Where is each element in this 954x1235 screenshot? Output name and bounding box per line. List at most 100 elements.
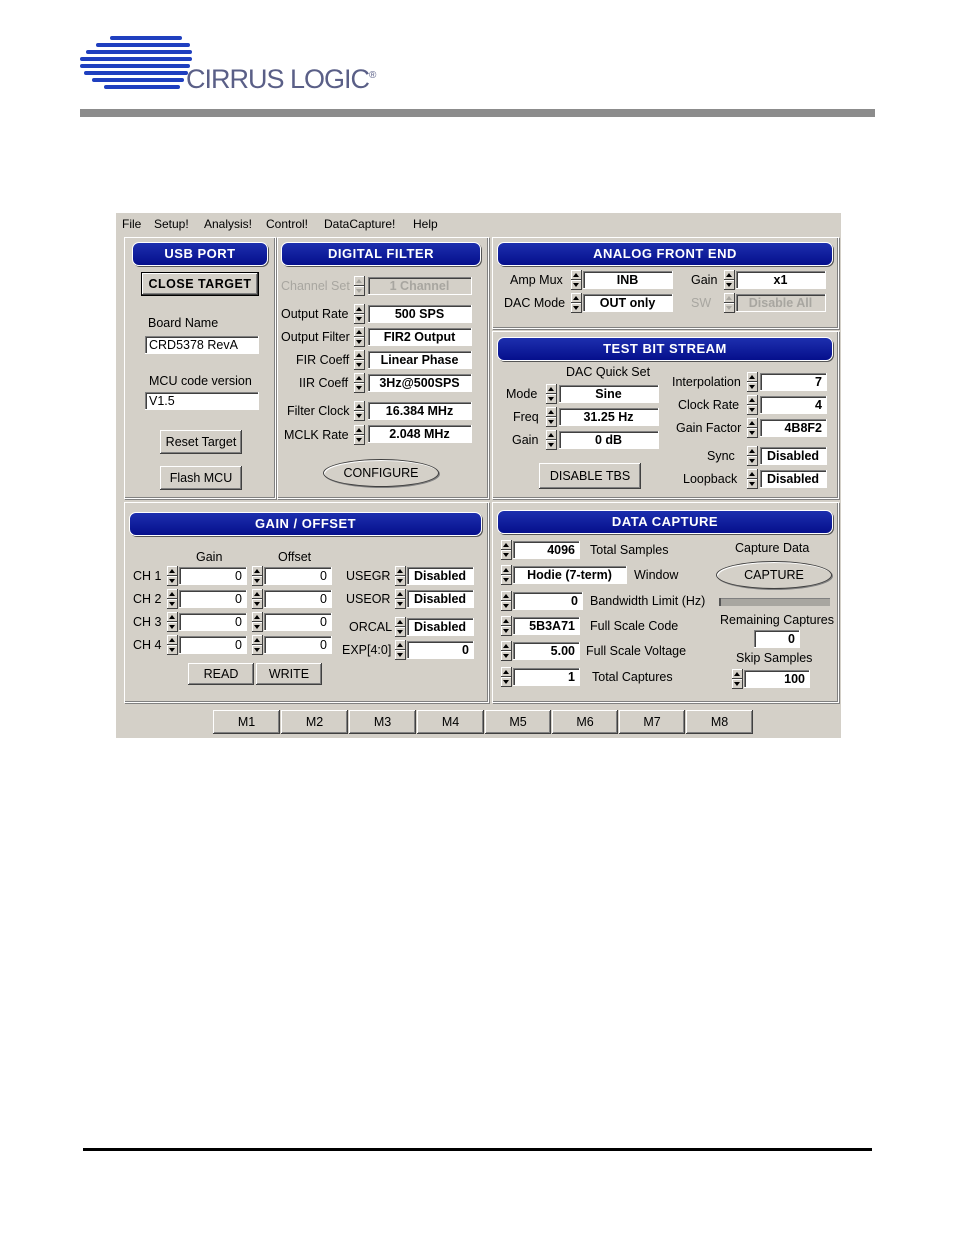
mclk-rate-spinner[interactable]	[354, 425, 365, 445]
usegr-field[interactable]: Disabled	[407, 567, 474, 585]
orcal-label: ORCAL	[349, 620, 393, 634]
window-field[interactable]: Hodie (7-term)	[513, 566, 627, 584]
output-filter-field[interactable]: FIR2 Output	[368, 328, 472, 346]
interpolation-label: Interpolation	[672, 375, 741, 389]
disable-tbs-button[interactable]: DISABLE TBS	[539, 463, 641, 489]
mcu-version-field[interactable]: V1.5	[145, 392, 259, 410]
useor-field[interactable]: Disabled	[407, 590, 474, 608]
menu-control[interactable]: Control!	[266, 217, 308, 231]
ch2-offset-spinner[interactable]	[252, 589, 263, 609]
bandwidth-spinner[interactable]	[501, 591, 512, 611]
ch3-offset-spinner[interactable]	[252, 612, 263, 632]
capture-button[interactable]: CAPTURE	[716, 561, 832, 589]
ch1-offset-field[interactable]: 0	[264, 567, 332, 585]
menu-analysis[interactable]: Analysis!	[204, 217, 252, 231]
dac-mode-spinner[interactable]	[571, 293, 582, 313]
bandwidth-field[interactable]: 0	[513, 592, 583, 610]
tbs-freq-field[interactable]: 31.25 Hz	[559, 408, 659, 426]
gain-factor-field[interactable]: 4B8F2	[760, 419, 827, 437]
useor-spinner[interactable]	[395, 589, 406, 609]
board-name-field[interactable]: CRD5378 RevA	[145, 336, 259, 354]
full-scale-code-spinner[interactable]	[501, 616, 512, 636]
menu-help[interactable]: Help	[413, 217, 438, 231]
afe-gain-spinner[interactable]	[724, 270, 735, 290]
ch3-offset-field[interactable]: 0	[264, 613, 332, 631]
reset-target-button[interactable]: Reset Target	[160, 430, 242, 454]
interpolation-field[interactable]: 7	[760, 373, 827, 391]
macro-m8-button[interactable]: M8	[686, 710, 753, 734]
ch2-offset-field[interactable]: 0	[264, 590, 332, 608]
fir-coeff-field[interactable]: Linear Phase	[368, 351, 472, 369]
amp-mux-spinner[interactable]	[571, 270, 582, 290]
ch1-gain-field[interactable]: 0	[179, 567, 247, 585]
macro-m1-button[interactable]: M1	[213, 710, 280, 734]
output-rate-spinner[interactable]	[354, 304, 365, 324]
window-spinner[interactable]	[501, 565, 512, 585]
close-target-button[interactable]: CLOSE TARGET	[141, 272, 259, 296]
sync-field[interactable]: Disabled	[760, 447, 827, 465]
amp-mux-field[interactable]: INB	[583, 271, 673, 289]
output-filter-spinner[interactable]	[354, 327, 365, 347]
loopback-field[interactable]: Disabled	[760, 470, 827, 488]
read-button[interactable]: READ	[188, 663, 254, 685]
orcal-spinner[interactable]	[395, 617, 406, 637]
tbs-mode-field[interactable]: Sine	[559, 385, 659, 403]
dac-mode-field[interactable]: OUT only	[583, 294, 673, 312]
output-rate-field[interactable]: 500 SPS	[368, 305, 472, 323]
ch4-gain-field[interactable]: 0	[179, 636, 247, 654]
clock-rate-field[interactable]: 4	[760, 396, 827, 414]
macro-m2-button[interactable]: M2	[281, 710, 348, 734]
tbs-freq-spinner[interactable]	[546, 407, 557, 427]
tbs-mode-spinner[interactable]	[546, 384, 557, 404]
usegr-spinner[interactable]	[395, 566, 406, 586]
ch3-gain-field[interactable]: 0	[179, 613, 247, 631]
ch1-offset-spinner[interactable]	[252, 566, 263, 586]
ch2-gain-field[interactable]: 0	[179, 590, 247, 608]
ch4-offset-field[interactable]: 0	[264, 636, 332, 654]
filter-clock-field[interactable]: 16.384 MHz	[368, 402, 472, 420]
macro-m5-button[interactable]: M5	[485, 710, 551, 734]
gain-factor-spinner[interactable]	[747, 418, 758, 438]
tbs-gain-spinner[interactable]	[546, 430, 557, 450]
full-scale-voltage-field[interactable]: 5.00	[513, 642, 580, 660]
macro-m3-button[interactable]: M3	[349, 710, 416, 734]
iir-coeff-spinner[interactable]	[354, 373, 365, 393]
macro-m7-button[interactable]: M7	[619, 710, 685, 734]
skip-samples-spinner[interactable]	[732, 669, 743, 689]
tbs-gain-field[interactable]: 0 dB	[559, 431, 659, 449]
total-captures-spinner[interactable]	[501, 667, 512, 687]
sync-spinner[interactable]	[747, 446, 758, 466]
menu-file[interactable]: File	[122, 217, 141, 231]
clock-rate-spinner[interactable]	[747, 395, 758, 415]
full-scale-code-field[interactable]: 5B3A71	[513, 617, 580, 635]
skip-samples-field[interactable]: 100	[744, 670, 810, 688]
orcal-field[interactable]: Disabled	[407, 618, 474, 636]
fir-coeff-spinner[interactable]	[354, 350, 365, 370]
ch4-offset-spinner[interactable]	[252, 635, 263, 655]
ch1-gain-spinner[interactable]	[167, 566, 178, 586]
iir-coeff-field[interactable]: 3Hz@500SPS	[368, 374, 472, 392]
total-samples-field[interactable]: 4096	[513, 541, 580, 559]
menu-setup[interactable]: Setup!	[154, 217, 189, 231]
ch4-gain-spinner[interactable]	[167, 635, 178, 655]
ch3-gain-spinner[interactable]	[167, 612, 178, 632]
exp-spinner[interactable]	[395, 640, 406, 660]
app-window: File Setup! Analysis! Control! DataCaptu…	[116, 213, 841, 738]
ch2-gain-spinner[interactable]	[167, 589, 178, 609]
filter-clock-spinner[interactable]	[354, 401, 365, 421]
fir-coeff-label: FIR Coeff	[296, 353, 350, 367]
macro-m6-button[interactable]: M6	[552, 710, 618, 734]
macro-m4-button[interactable]: M4	[417, 710, 484, 734]
mclk-rate-field[interactable]: 2.048 MHz	[368, 425, 472, 443]
flash-mcu-button[interactable]: Flash MCU	[160, 466, 242, 490]
menu-datacapture[interactable]: DataCapture!	[324, 217, 395, 231]
afe-gain-field[interactable]: x1	[736, 271, 826, 289]
exp-field[interactable]: 0	[407, 641, 474, 659]
write-button[interactable]: WRITE	[256, 663, 322, 685]
total-captures-field[interactable]: 1	[513, 668, 580, 686]
interpolation-spinner[interactable]	[747, 372, 758, 392]
full-scale-voltage-spinner[interactable]	[501, 641, 512, 661]
loopback-spinner[interactable]	[747, 469, 758, 489]
configure-button[interactable]: CONFIGURE	[323, 459, 439, 487]
total-samples-spinner[interactable]	[501, 540, 512, 560]
